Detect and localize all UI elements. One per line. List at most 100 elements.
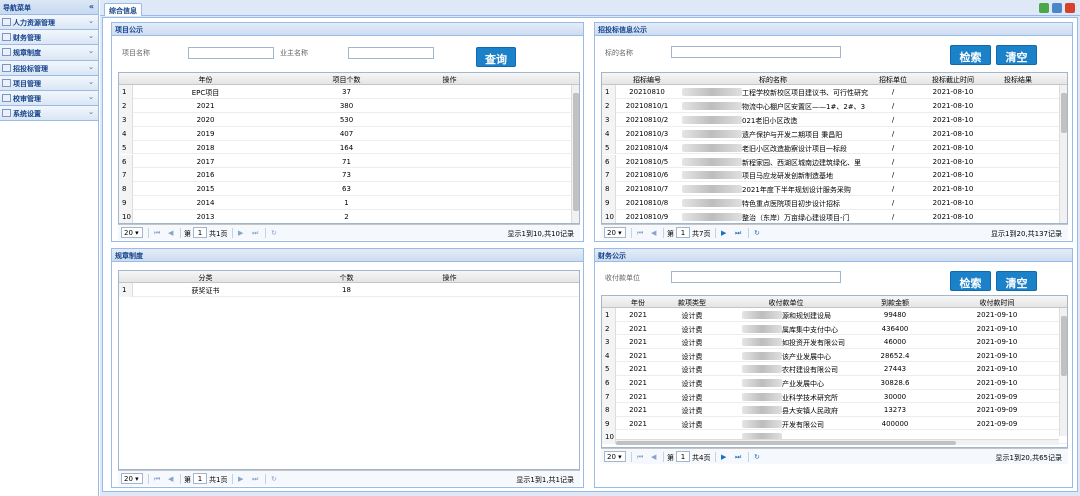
table-row[interactable]: 7 20210810/6 项目马应龙研发创新制造基地 / 2021-08-10 [602, 168, 1067, 183]
next-page-icon[interactable]: ▶ [721, 229, 726, 237]
col-fin-year[interactable]: 年份 [616, 298, 660, 308]
table-row[interactable]: 42019407[预览] [119, 126, 579, 141]
table-row[interactable]: 8 20210810/7 2021年度下半年规划设计服务采购 / 2021-08-10 [602, 182, 1067, 197]
sidebar-item-7[interactable]: 系统设置 ⌄ [0, 106, 98, 122]
finance-page-size-select[interactable]: 20 ▾ [604, 451, 626, 462]
col-fin-date[interactable]: 收付款时间 [942, 298, 1052, 308]
finance-hscrollbar[interactable] [616, 439, 1059, 445]
finance-search-button[interactable]: 检索 [950, 271, 991, 291]
table-row[interactable]: 1 20210810 工程学校新校区项目建议书、可行性研究报 / 2021-08-10 [602, 85, 1067, 99]
table-row[interactable]: 2 20210810/1 物流中心棚户区安置区——1#、2#、3 / 2021-08-1… [602, 98, 1067, 113]
finance-clear-button[interactable]: 清空 [996, 271, 1037, 291]
table-row[interactable]: 3 2021 设计费 如投资开发有限公司 46000 2021-09-10 [602, 335, 1067, 349]
payer-input[interactable] [671, 271, 841, 283]
bid-clear-button[interactable]: 清空 [996, 45, 1037, 65]
table-row[interactable]: 9 2021 设计费 开发有限公司 400000 2021-09-09 [602, 416, 1067, 431]
sidebar-item-4[interactable]: 招投标管理 ⌄ [0, 60, 98, 76]
prev-page-icon[interactable]: ◀ [651, 453, 656, 461]
finance-scrollbar[interactable] [1059, 308, 1067, 436]
sidebar-item-2[interactable]: 财务管理 ⌄ [0, 30, 98, 46]
prev-page-icon[interactable]: ◀ [651, 229, 656, 237]
table-row[interactable]: 1020132[预览] [119, 210, 579, 223]
sidebar-item-6[interactable]: 校审管理 ⌄ [0, 90, 98, 107]
table-row[interactable]: 52018164[预览] [119, 140, 579, 155]
query-button[interactable]: 查询 [476, 47, 516, 67]
col-year[interactable]: 年份 [133, 75, 278, 85]
next-page-icon[interactable]: ▶ [238, 475, 243, 483]
first-page-icon[interactable]: ⏮ [637, 453, 643, 462]
chevron-down-icon[interactable]: ⌄ [88, 93, 94, 101]
col-fin-unit[interactable]: 收付款单位 [724, 298, 848, 308]
project-name-input[interactable] [188, 47, 274, 59]
col-bid-deadline[interactable]: 投标截止时间 [918, 75, 988, 85]
chevron-down-icon[interactable]: ⌄ [88, 17, 94, 25]
table-row[interactable]: 3 20210810/2 021老旧小区改造 / 2021-08-10 [602, 112, 1067, 127]
page-number-input[interactable]: 1 [193, 227, 207, 238]
reload-icon[interactable]: ↻ [271, 229, 277, 237]
page-size-select[interactable]: 20 ▾ [121, 227, 143, 238]
table-row[interactable]: 4 20210810/3 遗产保护与开发二期项目 秉昌阳 / 2021-08-10 [602, 126, 1067, 141]
first-page-icon[interactable]: ⏮ [637, 229, 643, 238]
table-row[interactable]: 5 20210810/4 老旧小区改造勘察设计项目一标段 / 2021-08-10 [602, 140, 1067, 155]
table-row[interactable]: 6201771[预览] [119, 154, 579, 169]
project-scrollbar[interactable] [571, 85, 579, 223]
last-page-icon[interactable]: ⏭ [252, 229, 258, 238]
last-page-icon[interactable]: ⏭ [252, 475, 258, 484]
col-fin-amount[interactable]: 到款金额 [848, 298, 942, 308]
col-bid-name[interactable]: 标的名称 [678, 75, 868, 85]
table-row[interactable]: 8 2021 设计费 县大安镇人民政府 13273 2021-09-09 [602, 403, 1067, 417]
col-fin-type[interactable]: 款项类型 [660, 298, 724, 308]
first-page-icon[interactable]: ⏮ [154, 475, 160, 484]
bid-page-size-select[interactable]: 20 ▾ [604, 227, 626, 238]
table-row[interactable]: 1 2021 设计费 源和规划建设局 99480 2021-09-10 [602, 308, 1067, 322]
rules-page-size-select[interactable]: 20 ▾ [121, 473, 143, 484]
last-page-icon[interactable]: ⏭ [735, 453, 741, 462]
table-row[interactable]: 1获奖证书18[预览] [119, 283, 579, 297]
table-row[interactable]: 22021380[预览] [119, 98, 579, 113]
rules-page-number-input[interactable]: 1 [193, 473, 207, 484]
table-row[interactable]: 7 2021 设计费 业科学技术研究所 30000 2021-09-09 [602, 389, 1067, 404]
bid-name-input[interactable] [671, 46, 841, 58]
sidebar-item-3[interactable]: 规章制度 ⌄ [0, 45, 98, 61]
sidebar-item-1[interactable]: 人力资源管理 ⌄ [0, 15, 98, 31]
col-count[interactable]: 项目个数 [278, 75, 415, 85]
next-page-icon[interactable]: ▶ [721, 453, 726, 461]
chevron-down-icon[interactable]: ⌄ [88, 63, 94, 71]
chevron-down-icon[interactable]: ⌄ [88, 32, 94, 40]
col-bid-unit[interactable]: 招标单位 [868, 75, 918, 85]
table-row[interactable]: 9 20210810/8 特色重点医院项目初步设计招标 / 2021-08-10 [602, 196, 1067, 211]
reload-icon[interactable]: ↻ [271, 475, 277, 483]
first-page-icon[interactable]: ⏮ [154, 229, 160, 238]
table-row[interactable]: 32020530[预览] [119, 112, 579, 127]
table-row[interactable]: 10 20210810/9 整治（东岸）万亩绿心建设项目-门 / 2021-08-10 [602, 210, 1067, 223]
col-bid-result[interactable]: 投标结果 [988, 75, 1048, 85]
prev-page-icon[interactable]: ◀ [168, 229, 173, 237]
last-page-icon[interactable]: ⏭ [735, 229, 741, 238]
refresh-icon[interactable] [1039, 3, 1049, 13]
finance-page-number-input[interactable]: 1 [676, 451, 690, 462]
table-row[interactable]: 8201563[预览] [119, 182, 579, 197]
reload-icon[interactable]: ↻ [754, 453, 760, 461]
chevron-down-icon[interactable]: ⌄ [88, 47, 94, 55]
bid-scrollbar[interactable] [1059, 85, 1067, 223]
col-category[interactable]: 分类 [133, 273, 278, 283]
table-row[interactable]: 5 2021 设计费 农村建设有限公司 27443 2021-09-10 [602, 362, 1067, 376]
chevron-down-icon[interactable]: ⌄ [88, 108, 94, 116]
close-icon[interactable] [1065, 3, 1075, 13]
bid-search-button[interactable]: 检索 [950, 45, 991, 65]
col-bid-no[interactable]: 招标编号 [616, 75, 678, 85]
sidebar-item-5[interactable]: 项目管理 ⌄ [0, 75, 98, 91]
owner-name-input[interactable] [348, 47, 434, 59]
next-page-icon[interactable]: ▶ [238, 229, 243, 237]
chevron-down-icon[interactable]: ⌄ [88, 78, 94, 86]
table-row[interactable]: 1EPC项目37[预览] [119, 85, 579, 99]
reload-icon[interactable]: ↻ [754, 229, 760, 237]
maximize-icon[interactable] [1052, 3, 1062, 13]
prev-page-icon[interactable]: ◀ [168, 475, 173, 483]
table-row[interactable]: 6 2021 设计费 产业发展中心 30828.6 2021-09-10 [602, 376, 1067, 390]
table-row[interactable]: 2 2021 设计费 属库集中支付中心 436400 2021-09-10 [602, 321, 1067, 336]
bid-page-number-input[interactable]: 1 [676, 227, 690, 238]
col-count[interactable]: 个数 [278, 273, 415, 283]
tab-overview[interactable]: 综合信息 [104, 3, 142, 16]
table-row[interactable]: 6 20210810/5 新程家园、西湖区城南边建筑绿化、里 / 2021-08-10 [602, 154, 1067, 169]
